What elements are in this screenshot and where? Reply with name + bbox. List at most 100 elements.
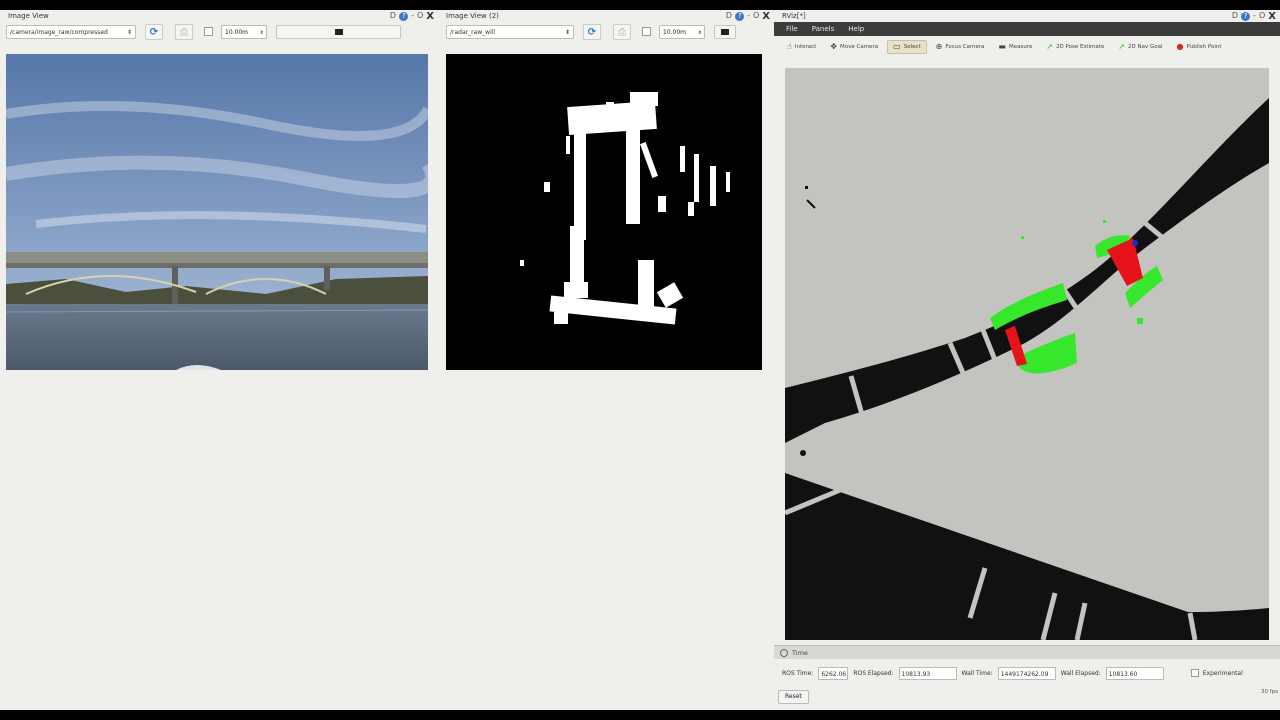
ros-time-field[interactable]: 6262.06 xyxy=(818,666,849,680)
topic-select[interactable]: /camera/image_raw/compressed ⬍ xyxy=(6,25,136,39)
smooth-scaling-checkbox[interactable] xyxy=(204,27,213,36)
minimize-icon[interactable]: - xyxy=(747,11,750,21)
radar-returns xyxy=(520,92,730,325)
interact-icon: ☝ xyxy=(787,42,792,51)
color-swatch-icon xyxy=(334,29,343,35)
menu-panels[interactable]: Panels xyxy=(812,25,835,33)
select-icon: ▭ xyxy=(893,42,901,51)
dock-icon[interactable]: D xyxy=(1232,11,1238,21)
close-icon[interactable]: X xyxy=(1268,11,1276,22)
chevron-updown-icon: ⬍ xyxy=(126,29,132,36)
ros-time-label: ROS Time: xyxy=(782,669,814,677)
nav-goal-icon: ➚ xyxy=(1118,42,1126,51)
spin-arrows-icon: ⬍ xyxy=(259,30,264,36)
occupancy-map xyxy=(785,98,1269,640)
float-icon[interactable]: O xyxy=(1259,11,1265,21)
spin-arrows-icon: ⬍ xyxy=(697,30,702,36)
time-panel-row: ROS Time: 6262.06 ROS Elapsed: 10813.93 … xyxy=(774,662,1280,684)
help-icon[interactable]: ? xyxy=(735,11,745,21)
desktop-screen: Image View D ? - O X /camera/image_raw/c… xyxy=(0,10,1280,710)
experimental-label: Experimental xyxy=(1202,669,1243,677)
close-icon[interactable]: X xyxy=(426,11,434,22)
tool-measure-label: Measure xyxy=(1008,44,1033,50)
minimize-icon[interactable]: - xyxy=(1253,11,1256,21)
image-view-titlebar: Image View D ? - O X xyxy=(0,10,438,22)
tool-focus-camera-label: Focus Camera xyxy=(945,44,985,50)
tool-interact[interactable]: ☝ Interact xyxy=(782,41,821,53)
rviz-toolbar: ☝ Interact ✥ Move Camera ▭ Select ⊕ Focus Ca… xyxy=(774,36,1280,58)
refresh-icon: ⟳ xyxy=(149,27,159,38)
topic-select-value: /camera/image_raw/compressed xyxy=(10,29,108,36)
time-panel-title: Time xyxy=(792,648,808,657)
topic-select-value: /radar_raw_will xyxy=(450,29,496,36)
chevron-updown-icon: ⬍ xyxy=(564,29,570,36)
tool-move-camera-label: Move Camera xyxy=(840,44,879,50)
wall-time-field[interactable]: 1449174262.09 xyxy=(997,666,1056,680)
ros-elapsed-field[interactable]: 10813.93 xyxy=(898,666,957,680)
tool-2d-pose-estimate-label: 2D Pose Estimate xyxy=(1056,44,1105,50)
image-view-panel: Image View D ? - O X /camera/image_raw/c… xyxy=(0,10,438,710)
color-swatch-icon xyxy=(721,29,729,35)
refresh-icon: ⟳ xyxy=(587,27,597,38)
measure-icon: ▬ xyxy=(998,42,1006,51)
reset-button[interactable]: Reset xyxy=(778,690,809,704)
close-icon[interactable]: X xyxy=(762,11,770,22)
save-image-button[interactable]: ⎙ xyxy=(175,24,193,40)
reset-button-wrap: Reset xyxy=(778,690,809,704)
help-icon[interactable]: ? xyxy=(399,11,409,21)
rviz-panel: RViz[*] D ? - O X File Panels Help ☝ Inte… xyxy=(774,10,1280,710)
tool-2d-pose-estimate[interactable]: ➚ 2D Pose Estimate xyxy=(1041,41,1109,53)
rviz-titlebar: RViz[*] D ? - O X xyxy=(774,10,1280,22)
refresh-button[interactable]: ⟳ xyxy=(145,24,163,40)
tool-move-camera[interactable]: ✥ Move Camera xyxy=(825,41,883,53)
refresh-button[interactable]: ⟳ xyxy=(583,24,601,40)
rviz-title: RViz[*] xyxy=(782,12,806,20)
menu-help[interactable]: Help xyxy=(848,25,864,33)
wall-elapsed-label: Wall Elapsed: xyxy=(1060,669,1101,677)
clock-icon xyxy=(780,648,788,657)
rviz-3d-view[interactable] xyxy=(785,68,1269,640)
tool-measure[interactable]: ▬ Measure xyxy=(993,41,1037,53)
tool-select[interactable]: ▭ Select xyxy=(887,40,927,54)
move-camera-icon: ✥ xyxy=(830,42,838,51)
rviz-menubar: File Panels Help xyxy=(774,22,1280,36)
tool-select-label: Select xyxy=(903,44,921,50)
tool-interact-label: Interact xyxy=(794,44,817,50)
color-button[interactable] xyxy=(714,25,736,39)
float-icon[interactable]: O xyxy=(753,11,759,21)
dock-icon[interactable]: D xyxy=(726,11,732,21)
save-image-button[interactable]: ⎙ xyxy=(613,24,631,40)
time-panel-header: Time xyxy=(774,645,1280,659)
wall-elapsed-field[interactable]: 10813.60 xyxy=(1105,666,1164,680)
experimental-toggle[interactable]: Experimental xyxy=(1190,669,1243,677)
image-view-2-toolbar: /radar_raw_will ⬍ ⟳ ⎙ 10.00m ⬍ xyxy=(438,22,774,44)
camera-image xyxy=(6,54,428,370)
float-icon[interactable]: O xyxy=(417,11,423,21)
dock-icon[interactable]: D xyxy=(390,11,396,21)
smooth-scaling-checkbox[interactable] xyxy=(642,27,651,36)
focus-camera-icon: ⊕ xyxy=(935,42,943,51)
image-view-title: Image View xyxy=(8,12,49,20)
topic-select[interactable]: /radar_raw_will ⬍ xyxy=(446,25,574,39)
camera-scene xyxy=(6,54,428,370)
spin-field-value: 10.00m xyxy=(225,29,249,36)
experimental-checkbox[interactable] xyxy=(1190,669,1199,677)
spin-field-value: 10.00m xyxy=(663,29,687,36)
menu-file[interactable]: File xyxy=(786,25,798,33)
tool-focus-camera[interactable]: ⊕ Focus Camera xyxy=(931,41,990,53)
image-view-toolbar: /camera/image_raw/compressed ⬍ ⟳ ⎙ 10.00… xyxy=(0,22,438,44)
pose-estimate-icon: ➚ xyxy=(1046,42,1054,51)
help-icon[interactable]: ? xyxy=(1241,11,1251,21)
fps-readout: 30 fps xyxy=(1260,689,1278,695)
save-icon: ⎙ xyxy=(180,27,188,38)
tool-2d-nav-goal[interactable]: ➚ 2D Nav Goal xyxy=(1113,41,1167,53)
spin-field[interactable]: 10.00m ⬍ xyxy=(221,25,267,39)
image-view-2-title: Image View (2) xyxy=(446,12,499,20)
color-button[interactable] xyxy=(276,25,401,39)
tool-publish-point[interactable]: ● Publish Point xyxy=(1172,41,1227,53)
tool-2d-nav-goal-label: 2D Nav Goal xyxy=(1128,44,1163,50)
ros-elapsed-label: ROS Elapsed: xyxy=(853,669,894,677)
image-view-2-panel: Image View (2) D ? - O X /radar_raw_will… xyxy=(438,10,774,710)
minimize-icon[interactable]: - xyxy=(411,11,414,21)
spin-field[interactable]: 10.00m ⬍ xyxy=(659,25,705,39)
